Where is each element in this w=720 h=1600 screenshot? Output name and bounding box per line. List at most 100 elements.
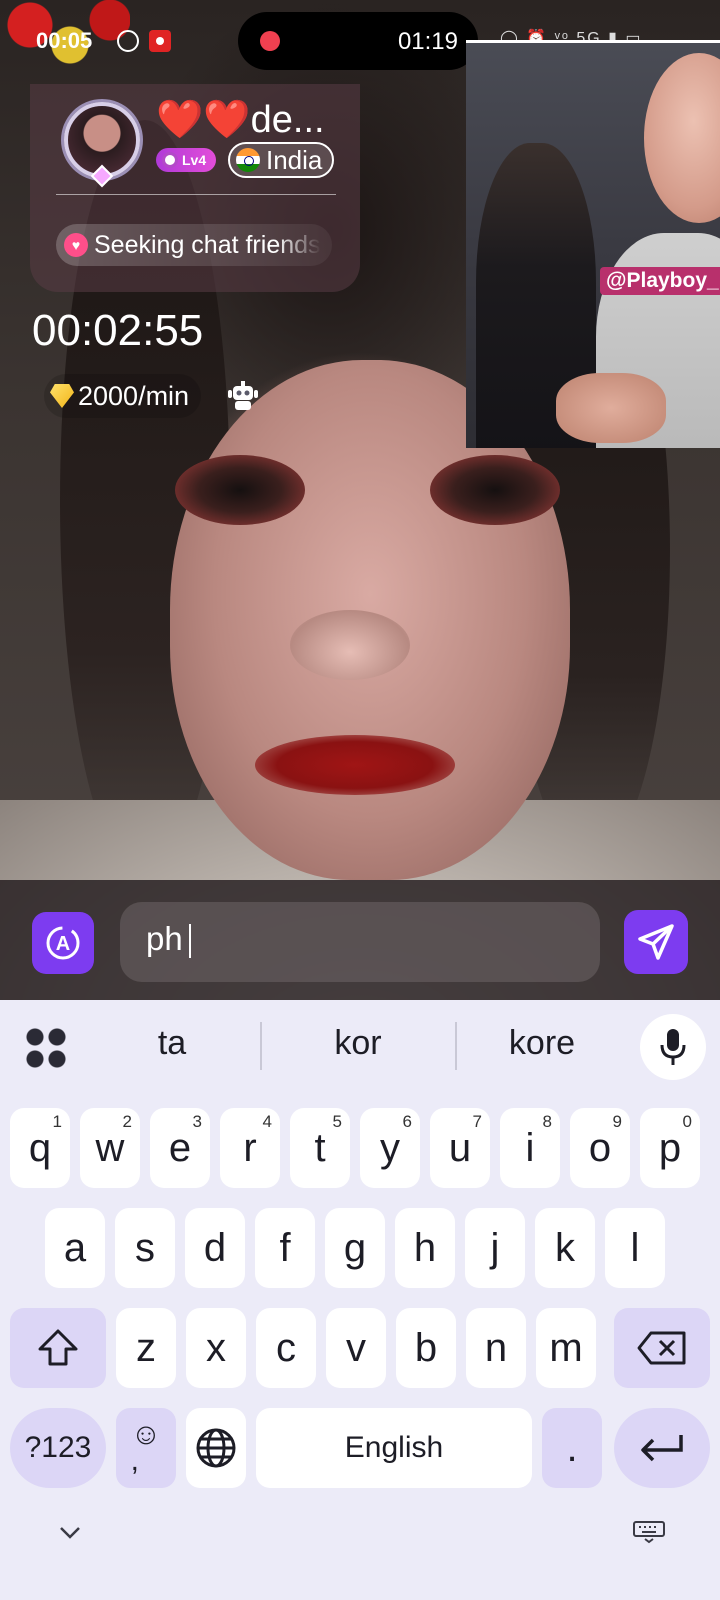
key-u[interactable]: u7 (430, 1108, 490, 1188)
screen-record-icon (149, 30, 171, 52)
key-m[interactable]: m (536, 1308, 596, 1388)
video-nose (290, 610, 410, 680)
key-r[interactable]: r4 (220, 1108, 280, 1188)
svg-text:A: A (56, 933, 70, 955)
text-caret (188, 924, 191, 959)
suggestion-3[interactable]: kore (462, 1024, 622, 1063)
enter-icon (641, 1435, 683, 1462)
key-t[interactable]: t5 (290, 1108, 350, 1188)
key-label: e (168, 1125, 192, 1170)
key-q[interactable]: q1 (10, 1108, 70, 1188)
india-flag-icon (236, 148, 260, 172)
keyboard-nav-bar (0, 1490, 720, 1600)
key-label: y (380, 1125, 400, 1170)
key-l[interactable]: l (605, 1208, 665, 1288)
key-number-hint: 7 (472, 1112, 482, 1131)
suggestion-strip: ta kor kore (0, 1000, 720, 1090)
status-time: 00:05 (36, 28, 93, 53)
key-h[interactable]: h (395, 1208, 455, 1288)
dynamic-island[interactable]: 01:19 (238, 12, 478, 70)
key-e[interactable]: e3 (150, 1108, 210, 1188)
key-k[interactable]: k (535, 1208, 595, 1288)
key-a[interactable]: a (45, 1208, 105, 1288)
key-number-hint: 8 (542, 1112, 552, 1131)
status-text: Seeking chat friends (94, 230, 321, 259)
key-number-hint: 5 (332, 1112, 342, 1131)
pip-head (644, 53, 720, 223)
key-number-hint: 4 (262, 1112, 272, 1131)
soft-keyboard: ta kor kore q1w2e3r4t5y6u7i8o9p0 asdfghj… (0, 1000, 720, 1600)
level-gem-icon (162, 152, 178, 168)
rate-pill: 2000/min (44, 374, 202, 418)
video-eye-left (175, 455, 305, 525)
key-label: p (658, 1125, 682, 1170)
suggestion-divider (260, 1022, 262, 1070)
profile-card[interactable]: ❤️❤️de... Lv4 India ♥ Seeking chat frien… (30, 84, 360, 292)
key-label: q (28, 1125, 52, 1170)
country-text: India (266, 144, 323, 175)
chat-input-bar: A ph (0, 880, 720, 1000)
level-text: Lv4 (182, 152, 207, 168)
key-y[interactable]: y6 (360, 1108, 420, 1188)
apps-grid-icon[interactable] (26, 1028, 66, 1068)
key-number-hint: 1 (52, 1112, 62, 1131)
diamond-icon (50, 384, 74, 408)
language-key[interactable] (186, 1408, 246, 1488)
send-icon (638, 924, 674, 960)
suggestion-divider (455, 1022, 457, 1070)
key-g[interactable]: g (325, 1208, 385, 1288)
microphone-icon (660, 1029, 686, 1065)
key-v[interactable]: v (326, 1308, 386, 1388)
key-b[interactable]: b (396, 1308, 456, 1388)
suggestion-1[interactable]: ta (92, 1024, 252, 1063)
key-n[interactable]: n (466, 1308, 526, 1388)
recording-dot-icon (260, 31, 280, 51)
symbols-key[interactable]: ?123 (10, 1408, 106, 1488)
key-number-hint: 0 (682, 1112, 692, 1131)
key-z[interactable]: z (116, 1308, 176, 1388)
key-label: w (95, 1125, 125, 1170)
key-s[interactable]: s (115, 1208, 175, 1288)
emoji-comma-key[interactable]: ☺ , (116, 1408, 176, 1488)
suggestion-2[interactable]: kor (278, 1024, 438, 1063)
enter-key[interactable] (614, 1408, 710, 1488)
rate-text: 2000/min (78, 380, 190, 411)
message-input[interactable]: ph (120, 902, 600, 982)
call-timer: 00:02:55 (32, 306, 204, 355)
key-w[interactable]: w2 (80, 1108, 140, 1188)
key-number-hint: 6 (402, 1112, 412, 1131)
translate-icon: A (46, 926, 80, 960)
key-label: i (525, 1125, 535, 1170)
shift-key[interactable] (10, 1308, 106, 1388)
key-f[interactable]: f (255, 1208, 315, 1288)
robot-icon[interactable] (226, 380, 260, 414)
key-p[interactable]: p0 (640, 1108, 700, 1188)
country-badge: India (228, 142, 335, 178)
send-button[interactable] (624, 910, 688, 974)
key-x[interactable]: x (186, 1308, 246, 1388)
translate-button[interactable]: A (32, 912, 94, 974)
heart-icon: ♥ (64, 233, 88, 257)
key-label: r (243, 1125, 257, 1170)
backspace-key[interactable] (614, 1308, 710, 1388)
key-label: t (314, 1125, 326, 1170)
shift-icon (38, 1329, 78, 1366)
whatsapp-icon (117, 30, 139, 52)
voice-input-button[interactable] (640, 1014, 706, 1080)
key-c[interactable]: c (256, 1308, 316, 1388)
key-o[interactable]: o9 (570, 1108, 630, 1188)
backspace-icon (637, 1331, 686, 1365)
key-label: o (588, 1125, 612, 1170)
space-key[interactable]: English (256, 1408, 532, 1488)
period-key[interactable]: . (542, 1408, 602, 1488)
key-number-hint: 2 (122, 1112, 132, 1131)
key-i[interactable]: i8 (500, 1108, 560, 1188)
message-input-value: ph (146, 920, 183, 957)
key-j[interactable]: j (465, 1208, 525, 1288)
status-pill: ♥ Seeking chat friends (56, 224, 332, 266)
key-d[interactable]: d (185, 1208, 245, 1288)
video-eye-right (430, 455, 560, 525)
keyboard-switcher-icon[interactable] (632, 1520, 666, 1544)
hide-keyboard-chevron-icon[interactable] (58, 1520, 82, 1544)
local-video-pip[interactable]: @Playboy_ (466, 40, 720, 448)
